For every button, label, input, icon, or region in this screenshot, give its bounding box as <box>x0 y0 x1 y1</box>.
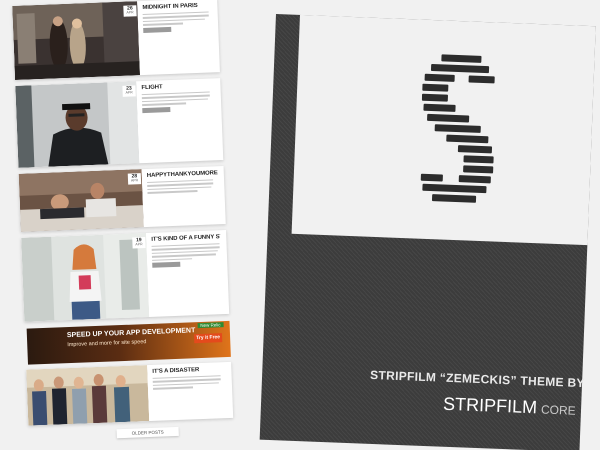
movie-still-image <box>15 81 140 168</box>
film-strip-s-icon <box>420 54 495 203</box>
post-feed: 26 APR MIDNIGHT IN PARIS 23 APR FLIGHT 2… <box>12 0 237 450</box>
post-month: APR <box>135 242 143 247</box>
post-month: APR <box>125 90 133 95</box>
movie-still-image <box>26 365 150 426</box>
read-more-button[interactable] <box>152 261 181 268</box>
ad-cta-button[interactable]: Try it Free <box>193 333 223 344</box>
movie-still-image <box>18 169 144 232</box>
post-title[interactable]: FLIGHT <box>141 82 214 91</box>
post-thumbnail[interactable] <box>21 233 150 322</box>
stripfilm-logo <box>418 52 500 207</box>
ad-headline: SPEED UP YOUR APP DEVELOPMENT <box>66 327 196 340</box>
post-excerpt <box>141 91 215 106</box>
post-card[interactable]: 19 APR IT'S KIND OF A FUNNY STORY <box>21 229 230 322</box>
post-excerpt <box>142 11 212 26</box>
post-thumbnail[interactable] <box>15 81 140 168</box>
post-month: APR <box>126 10 134 15</box>
post-month: APR <box>130 178 139 183</box>
post-excerpt <box>151 243 222 261</box>
movie-still-image <box>21 233 150 322</box>
ad-banner[interactable]: SPEED UP YOUR APP DEVELOPMENT Improve an… <box>26 320 231 365</box>
theme-promo-panel: STRIPFILM “ZEMECKIS” THEME BY STRIPFILM C… <box>259 14 596 450</box>
post-date-badge: 26 APR <box>123 5 137 17</box>
post-title[interactable]: IT'S A DISASTER <box>152 366 225 375</box>
read-more-button[interactable] <box>142 106 171 113</box>
post-thumbnail[interactable] <box>18 169 144 232</box>
post-card[interactable]: IT'S A DISASTER <box>26 361 234 426</box>
logo-area <box>291 14 596 246</box>
ad-subline: Improve and more for site speed <box>67 339 147 349</box>
post-card[interactable]: 26 APR MIDNIGHT IN PARIS <box>12 0 220 80</box>
post-title[interactable]: MIDNIGHT IN PARIS <box>142 2 211 11</box>
post-date-badge: 28 APR <box>127 173 142 185</box>
ad-badge: New Relic <box>197 322 224 329</box>
post-thumbnail[interactable] <box>12 1 140 80</box>
post-card[interactable]: 28 APR HAPPYTHANKYOUMOREPLEASE <box>18 166 226 232</box>
post-thumbnail[interactable] <box>26 365 150 426</box>
theme-credit-text: STRIPFILM “ZEMECKIS” THEME BY <box>369 367 586 391</box>
post-title[interactable]: HAPPYTHANKYOUMOREPLEASE <box>147 170 218 179</box>
post-title[interactable]: IT'S KIND OF A FUNNY STORY <box>151 234 220 243</box>
post-excerpt <box>147 179 218 194</box>
older-posts-button[interactable]: OLDER POSTS <box>116 426 179 439</box>
brand-name: STRIPFILM <box>442 393 538 418</box>
post-date-badge: 23 APR <box>122 85 136 97</box>
brand-suffix: CORE <box>540 402 576 418</box>
post-excerpt <box>152 375 226 390</box>
post-date-badge: 19 APR <box>132 237 146 249</box>
read-more-button[interactable] <box>143 26 172 33</box>
post-card[interactable]: 23 APR FLIGHT <box>15 78 224 168</box>
movie-still-image <box>12 1 140 80</box>
brand-wordmark: STRIPFILM CORE <box>443 394 576 420</box>
